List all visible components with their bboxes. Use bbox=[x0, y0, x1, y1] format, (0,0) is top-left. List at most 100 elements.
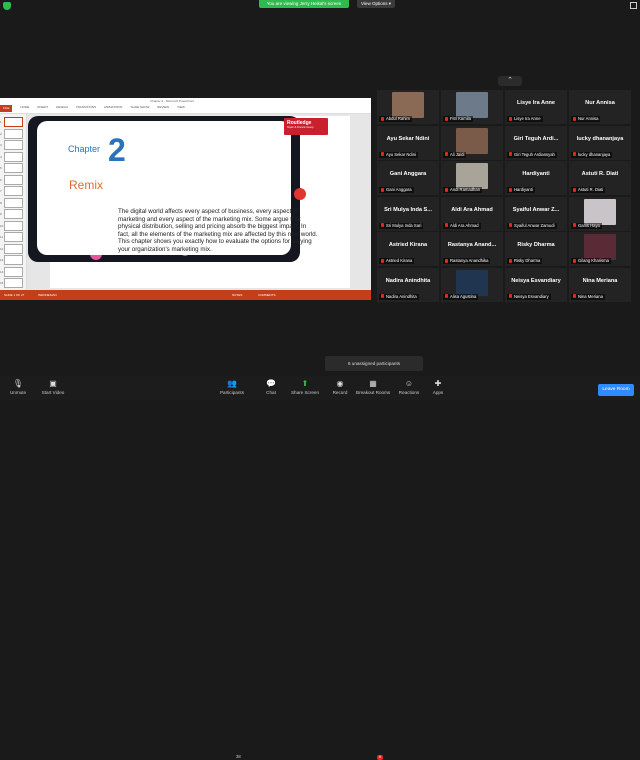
participant-name: Hardiyanti bbox=[514, 187, 533, 192]
participant-tile[interactable]: Nadira Anindhita Nadira Anindhita bbox=[377, 267, 439, 302]
participant-display-name: lucky dhananjaya bbox=[576, 135, 624, 142]
participant-tile[interactable]: Hardiyanti Hardiyanti bbox=[505, 161, 567, 195]
participant-name: Astuti R. Diati bbox=[578, 187, 604, 192]
collapse-chevron-icon[interactable]: ⌃ bbox=[498, 76, 522, 86]
slide-thumbnail[interactable] bbox=[4, 140, 23, 150]
slide-thumbnail[interactable] bbox=[4, 255, 23, 265]
slide-thumbnail[interactable] bbox=[4, 117, 23, 127]
ribbon-tab[interactable]: FILE bbox=[0, 105, 13, 112]
participant-tile[interactable]: Fitri Kamila bbox=[441, 90, 503, 124]
record-label: Record bbox=[332, 390, 348, 395]
slide-thumbnail[interactable] bbox=[4, 174, 23, 185]
muted-mic-icon bbox=[573, 116, 576, 121]
thumbnail-number: 14 bbox=[0, 269, 4, 274]
leave-room-button[interactable]: Leave Room bbox=[598, 384, 634, 396]
apps-label: Apps bbox=[432, 390, 444, 395]
apps-button[interactable]: ✚ Apps bbox=[430, 378, 446, 398]
participant-name-label: Astuti R. Diati bbox=[571, 187, 606, 193]
slide-thumbnail[interactable] bbox=[4, 163, 23, 173]
ribbon-tab[interactable]: ANIMATIONS bbox=[104, 105, 122, 112]
participant-tile[interactable]: Aldi Ara Ahmad Aldi Ara Ahmad bbox=[441, 196, 503, 231]
participant-name-label: Neisya Esvandiary bbox=[507, 293, 551, 300]
participant-tile[interactable]: Andi Ramadhan bbox=[441, 161, 503, 195]
participant-name: Nadira Anindhita bbox=[386, 293, 417, 299]
security-shield-icon[interactable] bbox=[3, 2, 11, 10]
participant-tile[interactable]: Ganis Haya bbox=[569, 196, 631, 231]
participants-icon: 👥 bbox=[227, 379, 237, 388]
ribbon-tab[interactable]: INSERT bbox=[37, 105, 48, 112]
participant-name-label: Ganis Haya bbox=[571, 222, 602, 229]
reactions-button[interactable]: ☺ Reactions bbox=[398, 378, 420, 398]
unmute-button[interactable]: 🎙 Unmute bbox=[8, 378, 28, 398]
participant-tile[interactable]: Gilang Kharisma bbox=[569, 232, 631, 266]
status-notes[interactable]: NOTES bbox=[232, 293, 242, 297]
participant-tile[interactable]: Giri Teguh Ardi... Giri Teguh Ardiansyah bbox=[505, 125, 567, 160]
slide-thumbnail[interactable] bbox=[4, 243, 23, 254]
participant-name-label: Sri Mulya Inda Sari bbox=[379, 222, 424, 229]
muted-mic-icon bbox=[509, 223, 512, 227]
participant-tile[interactable]: Gani Anggara Gani Anggara bbox=[377, 161, 439, 195]
participant-name-label: Hardiyanti bbox=[507, 187, 535, 193]
participant-tile[interactable]: Lisye Ira Anne Lisye Ira Anne bbox=[505, 90, 567, 124]
participant-display-name: Aldi Ara Ahmad bbox=[451, 206, 493, 213]
participant-tile[interactable]: Astried Kirana Astried Kirana bbox=[377, 232, 439, 266]
ribbon-tab[interactable]: TRANSITIONS bbox=[76, 105, 96, 112]
participant-tile[interactable]: Ali Jaidi bbox=[441, 125, 503, 160]
decor-circle bbox=[294, 188, 306, 200]
participant-name: Aldi Ara Ahmad bbox=[450, 222, 479, 228]
slide-thumbnail[interactable] bbox=[4, 186, 23, 196]
participant-tile[interactable]: Sri Mulya Inda S... Sri Mulya Inda Sari bbox=[377, 196, 439, 231]
thumbnail-number: 15 bbox=[0, 281, 4, 285]
chat-button[interactable]: 💬 Chat bbox=[264, 378, 278, 398]
share-screen-button[interactable]: ⬆ Share Screen bbox=[290, 378, 320, 398]
participant-name: Andi Ramadhan bbox=[450, 187, 481, 192]
muted-mic-icon bbox=[445, 223, 448, 227]
participant-display-name: Giri Teguh Ardi... bbox=[513, 135, 559, 142]
slide-thumbnail[interactable] bbox=[4, 209, 23, 219]
participant-tile[interactable]: Abdul Rahim bbox=[377, 90, 439, 124]
record-button[interactable]: ◉ Record bbox=[330, 378, 350, 398]
zoom-window: You are viewing Jerry Heikal's screen Vi… bbox=[0, 0, 640, 760]
participant-tile[interactable]: Rastanya Anand... Rastanya Anandhika bbox=[441, 232, 503, 266]
participant-video bbox=[456, 163, 488, 189]
slide-body-text: The digital world affects every aspect o… bbox=[118, 208, 318, 253]
breakout-rooms-button[interactable]: ▦ Breakout Rooms bbox=[356, 378, 390, 398]
participant-tile[interactable]: Neisya Esvandiary Neisya Esvandiary bbox=[505, 267, 567, 302]
slide-thumbnail[interactable] bbox=[4, 220, 23, 231]
participant-tile[interactable]: Astuti R. Diati Astuti R. Diati bbox=[569, 161, 631, 195]
thumbnail-number: 6 bbox=[0, 177, 2, 182]
start-video-label: Start Video bbox=[41, 390, 65, 395]
participant-gallery: Abdul Rahim Fitri Kamila Lisye Ira Anne Lis… bbox=[377, 90, 637, 302]
participant-tile[interactable]: Syaiful Anwar Z... Syaiful Anwar Zamudi bbox=[505, 196, 567, 231]
thumbnail-number: 8 bbox=[0, 200, 2, 205]
slide-thumbnail[interactable] bbox=[4, 197, 23, 208]
muted-mic-icon bbox=[509, 116, 512, 121]
slide-thumbnail[interactable] bbox=[4, 266, 23, 277]
participant-tile[interactable]: Ayu Sekar Ndini Ayu Sekar Ndini bbox=[377, 125, 439, 160]
ribbon-tab[interactable]: REVIEW bbox=[157, 105, 169, 112]
participant-tile[interactable]: Nina Meriana Nina Meriana bbox=[569, 267, 631, 302]
participant-tile[interactable]: Risky Dharma Risky Dharma bbox=[505, 232, 567, 266]
thumbnail-number: 10 bbox=[0, 223, 4, 228]
slide-thumbnail[interactable] bbox=[4, 151, 23, 162]
slide-thumbnail[interactable] bbox=[4, 232, 23, 242]
slide-thumbnail[interactable] bbox=[4, 278, 23, 288]
view-options-button[interactable]: View Options ▾ bbox=[357, 0, 395, 8]
ribbon-tab[interactable]: VIEW bbox=[177, 105, 185, 112]
chat-label: Chat bbox=[266, 390, 276, 395]
fullscreen-icon[interactable] bbox=[630, 2, 637, 9]
participant-tile[interactable]: Nur Annisa Nur Annisa bbox=[569, 90, 631, 124]
unassigned-participants-notice[interactable]: 6 unassigned participants bbox=[325, 356, 423, 371]
participant-tile[interactable]: lucky dhananjaya lucky dhananjaya bbox=[569, 125, 631, 160]
participant-name-label: Ali Jaidi bbox=[443, 151, 467, 158]
slide-thumbnail[interactable] bbox=[4, 128, 23, 139]
ribbon-tab[interactable]: HOME bbox=[20, 105, 29, 112]
participants-button[interactable]: 👥 Participants bbox=[218, 378, 246, 398]
participant-name: Gilang Kharisma bbox=[578, 258, 609, 263]
ribbon-tab[interactable]: DESIGN bbox=[56, 105, 68, 112]
participant-video bbox=[584, 234, 616, 260]
status-comments[interactable]: COMMENTS bbox=[258, 293, 276, 297]
start-video-button[interactable]: ▣ Start Video bbox=[40, 378, 66, 398]
participant-tile[interactable]: Alisa Agustina bbox=[441, 267, 503, 302]
ribbon-tab[interactable]: SLIDE SHOW bbox=[130, 105, 149, 112]
